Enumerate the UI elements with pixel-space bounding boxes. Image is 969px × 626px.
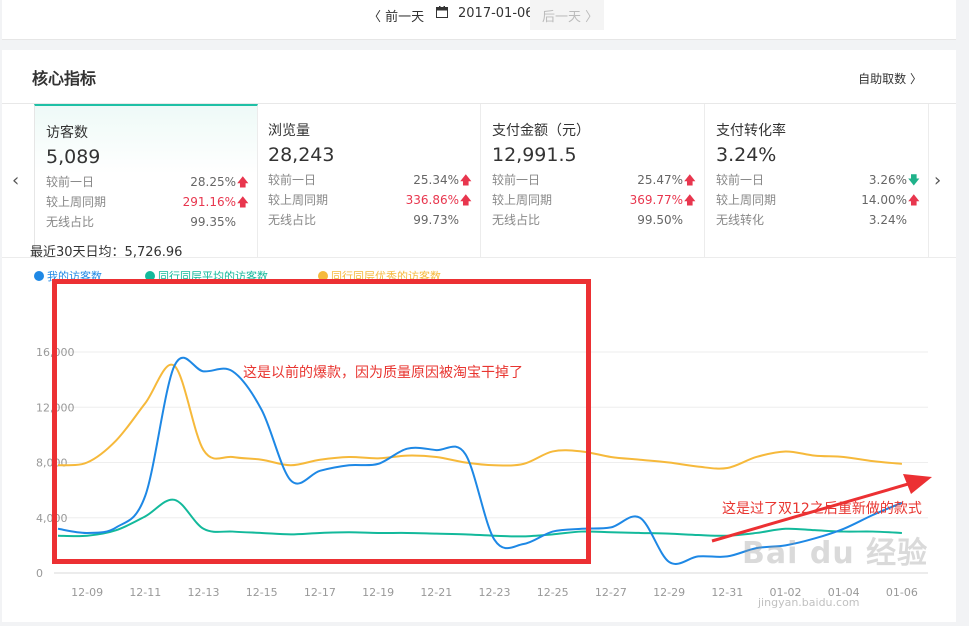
x-tick-label: 12-27 <box>595 586 627 599</box>
x-tick-label: 01-06 <box>886 586 918 599</box>
x-tick-label: 12-31 <box>711 586 743 599</box>
x-tick-label: 12-25 <box>537 586 569 599</box>
x-tick-label: 12-19 <box>362 586 394 599</box>
x-tick-label: 12-13 <box>188 586 220 599</box>
watermark-url: jingyan.baidu.com <box>758 596 860 609</box>
highlight-box <box>52 279 591 564</box>
x-tick-label: 12-29 <box>653 586 685 599</box>
x-tick-label: 12-17 <box>304 586 336 599</box>
x-tick-label: 12-15 <box>246 586 278 599</box>
y-tick-label: 0 <box>36 567 43 580</box>
x-tick-label: 12-11 <box>129 586 161 599</box>
annotation-arrowhead <box>903 474 932 494</box>
annotation-old-bestseller: 这是以前的爆款，因为质量原因被淘宝干掉了 <box>243 365 523 381</box>
x-tick-label: 12-21 <box>420 586 452 599</box>
annotation-new-style: 这是过了双12之后重新做的款式 <box>722 501 922 517</box>
x-tick-label: 12-09 <box>71 586 103 599</box>
baidu-watermark: Bai du 经验 <box>742 536 929 571</box>
x-tick-label: 12-23 <box>479 586 511 599</box>
